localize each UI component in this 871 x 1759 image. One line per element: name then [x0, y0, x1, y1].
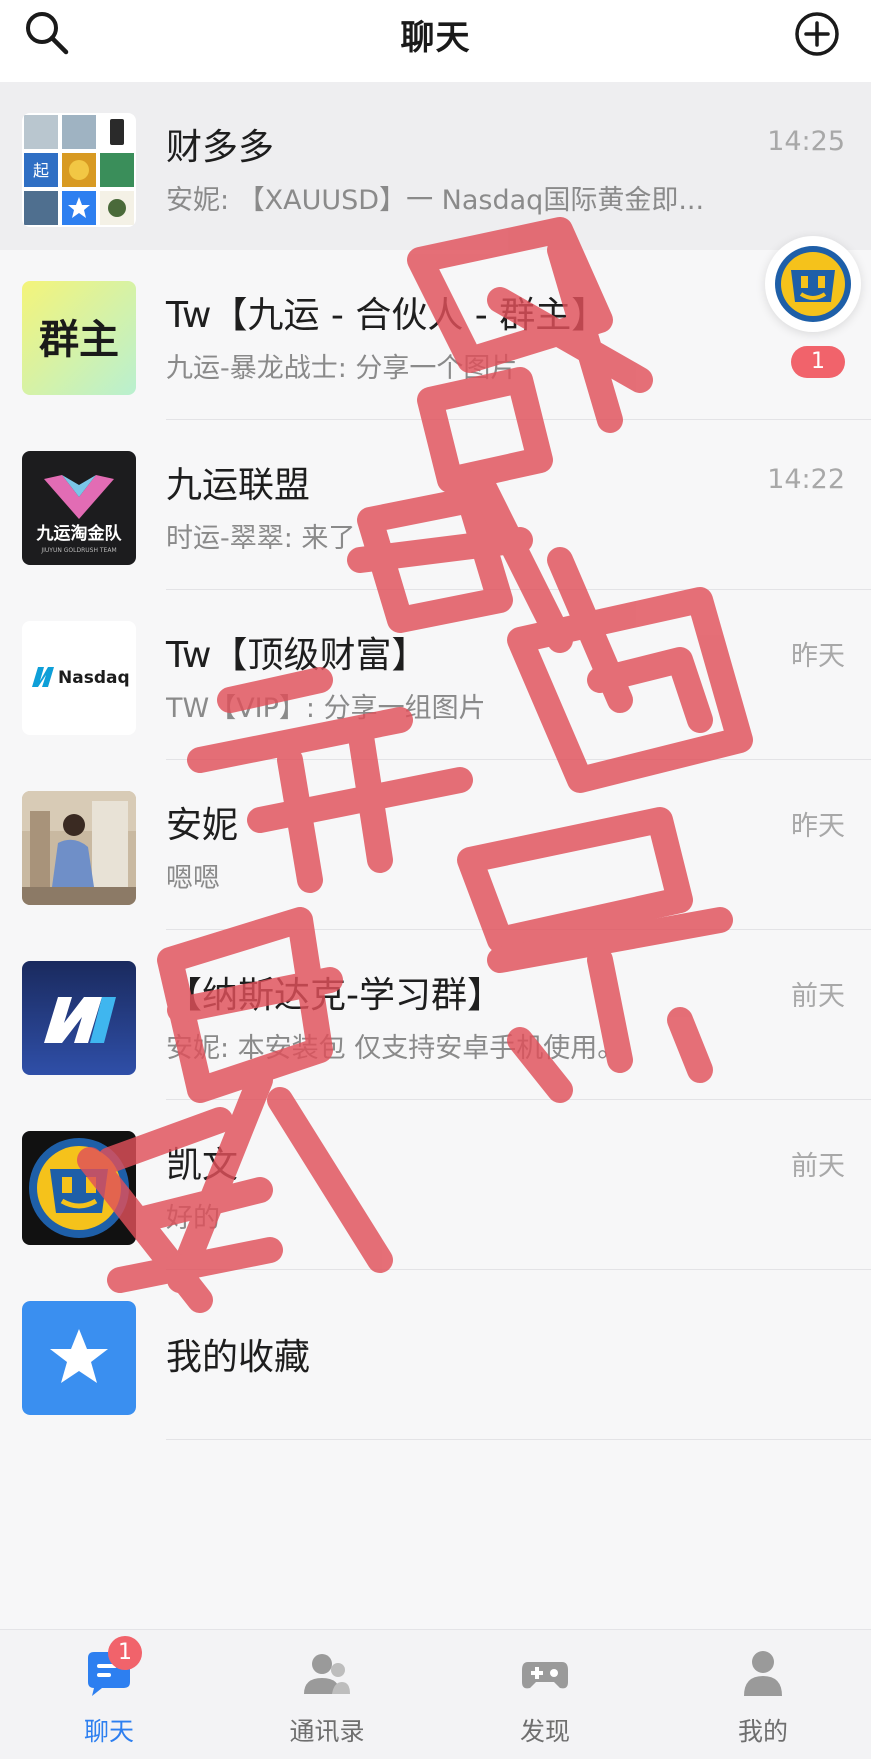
chat-item[interactable]: 起 财多多 安妮: 【XAUUSD】一 Nasdaq国际黄金即... 14:25: [0, 82, 871, 250]
favorites-star-icon: [22, 1301, 136, 1415]
chat-name: 安妮: [166, 805, 239, 846]
tab-label: 聊天: [83, 1717, 134, 1746]
unread-badge: 1: [791, 346, 845, 378]
chat-list: 起 财多多 安妮: 【XAUUSD】一 Nasdaq国际黄金即... 14:25…: [0, 82, 871, 1440]
user-photo-avatar: [22, 791, 136, 905]
group-owner-avatar: 群主: [22, 281, 136, 395]
avatar-text: 九运淘金队: [36, 523, 123, 544]
chat-name: Tw【九运 - 合伙人 - 群主】: [166, 295, 608, 336]
avatar-text: 群主: [39, 317, 119, 363]
chat-item[interactable]: 凯文 好的 前天: [0, 1100, 871, 1270]
chat-preview: 时运-翠翠: 来了: [166, 523, 356, 554]
nasdaq-avatar: Nasdaq: [22, 621, 136, 735]
chat-time: 14:22: [767, 464, 845, 495]
grid-avatar-label: 起: [33, 161, 49, 180]
floating-app-bubble[interactable]: [765, 236, 861, 332]
tab-me[interactable]: 我的: [654, 1630, 871, 1759]
tab-discover[interactable]: 发现: [436, 1630, 654, 1759]
tab-label: 我的: [737, 1717, 788, 1746]
nasdaq-logo-avatar: [22, 961, 136, 1075]
avatar-text: Nasdaq: [58, 668, 130, 688]
tab-badge: 1: [108, 1636, 142, 1670]
chat-preview: 安妮: 【XAUUSD】一 Nasdaq国际黄金即...: [166, 185, 705, 216]
chat-preview: 好的: [166, 1203, 220, 1234]
chat-item[interactable]: 九运淘金队 JIUYUN GOLDRUSH TEAM 九运联盟 时运-翠翠: 来…: [0, 420, 871, 590]
page-title: 聊天: [400, 18, 471, 58]
group-grid-avatar: 起: [22, 113, 136, 227]
smile-logo-avatar: [22, 1131, 136, 1245]
gamepad-icon: [520, 1648, 570, 1700]
chat-preview: TW【VIP】: 分享一组图片: [166, 693, 486, 724]
jiuyun-team-avatar: 九运淘金队 JIUYUN GOLDRUSH TEAM: [22, 451, 136, 565]
tab-label: 发现: [519, 1717, 570, 1746]
tab-chats[interactable]: 1 聊天: [0, 1630, 218, 1759]
chat-name: 【纳斯达克-学习群】: [166, 975, 503, 1016]
chat-time: 前天: [791, 981, 845, 1012]
chat-name: 财多多: [166, 127, 275, 168]
avatar-subtext: JIUYUN GOLDRUSH TEAM: [40, 547, 116, 554]
chat-name: 我的收藏: [166, 1337, 311, 1378]
chat-time: 14:25: [767, 126, 845, 157]
chat-item[interactable]: 安妮 嗯嗯 昨天: [0, 760, 871, 930]
chat-item[interactable]: Nasdaq Tw【顶级财富】 TW【VIP】: 分享一组图片 昨天: [0, 590, 871, 760]
bottom-tab-bar: 1 聊天 通讯录 发现 我的: [0, 1629, 871, 1759]
chat-item-favorites[interactable]: 我的收藏: [0, 1270, 871, 1440]
tab-contacts[interactable]: 通讯录: [218, 1630, 436, 1759]
chat-name: 九运联盟: [166, 465, 311, 506]
chat-time: 昨天: [791, 641, 845, 672]
profile-icon: [738, 1648, 788, 1700]
chat-time: 昨天: [791, 811, 845, 842]
add-circle-icon[interactable]: [791, 8, 843, 60]
tab-label: 通讯录: [289, 1717, 365, 1746]
chat-item[interactable]: 群主 Tw【九运 - 合伙人 - 群主】 九运-暴龙战士: 分享一个图片 1: [0, 250, 871, 420]
chat-name: 凯文: [166, 1145, 239, 1186]
smile-logo-icon: [775, 246, 851, 322]
chat-time: 前天: [791, 1151, 845, 1182]
divider: [166, 1439, 871, 1440]
contacts-icon: [302, 1648, 352, 1700]
chat-item[interactable]: 【纳斯达克-学习群】 安妮: 本安装包 仅支持安卓手机使用。 前天: [0, 930, 871, 1100]
top-bar: 聊天: [0, 0, 871, 82]
chat-preview: 嗯嗯: [166, 863, 220, 894]
chat-name: Tw【顶级财富】: [166, 635, 428, 676]
chat-preview: 安妮: 本安装包 仅支持安卓手机使用。: [166, 1033, 625, 1064]
chat-preview: 九运-暴龙战士: 分享一个图片: [166, 353, 518, 384]
